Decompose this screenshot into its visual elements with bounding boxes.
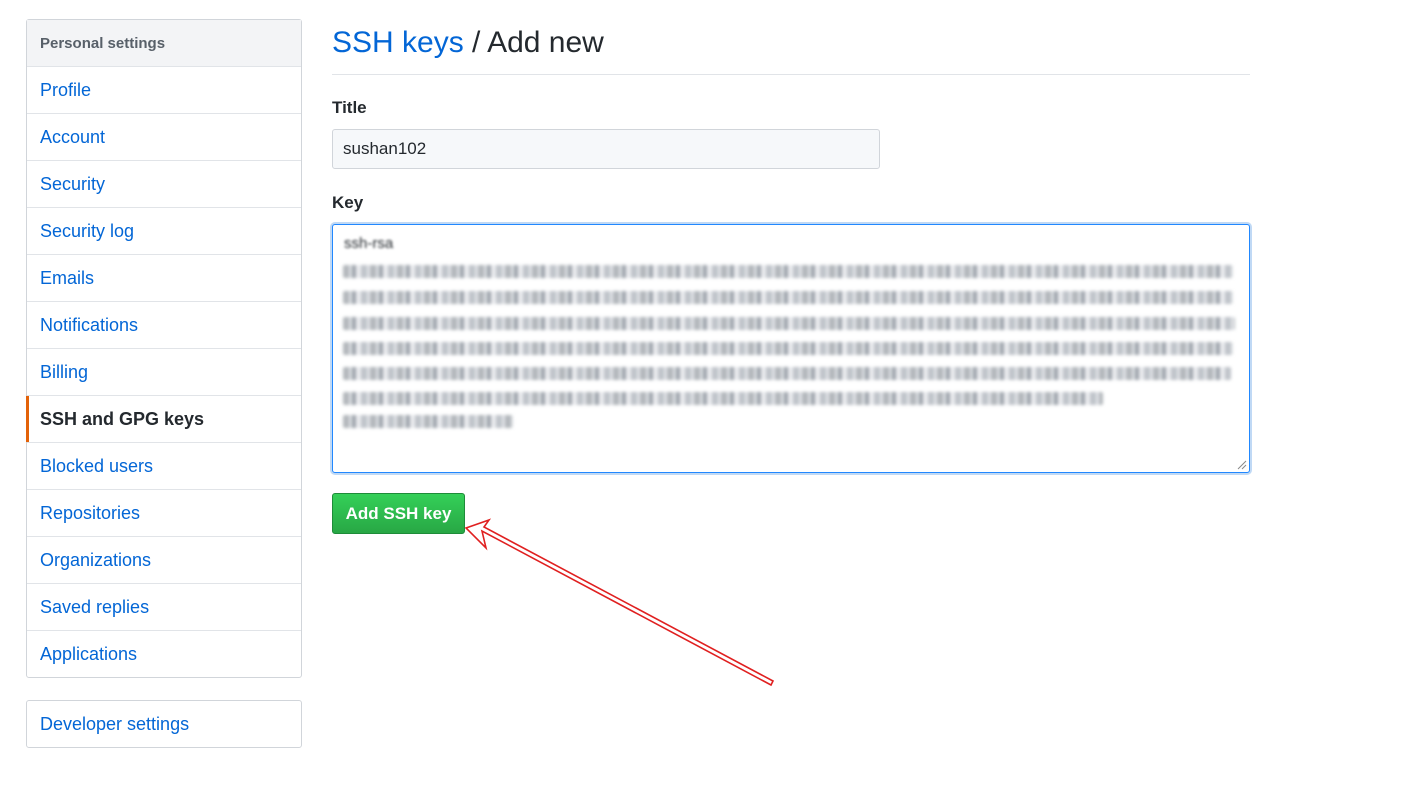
key-label: Key	[332, 193, 364, 212]
sidebar-item-developer-settings[interactable]: Developer settings	[27, 701, 301, 747]
page-header: SSH keys / Add new	[332, 20, 1250, 75]
submit-button[interactable]: Add SSH key	[332, 493, 465, 534]
sidebar-item-profile[interactable]: Profile	[27, 67, 301, 114]
sidebar-item-saved-replies[interactable]: Saved replies	[27, 584, 301, 631]
developer-settings-menu: Developer settings	[26, 700, 302, 748]
key-first-line: ssh-rsa	[344, 235, 394, 252]
personal-settings-menu: Personal settings Profile Account Securi…	[26, 19, 302, 678]
sidebar-item-account[interactable]: Account	[27, 114, 301, 161]
key-blurred-line	[343, 317, 1235, 330]
sidebar-item-blocked-users[interactable]: Blocked users	[27, 443, 301, 490]
sidebar-item-billing[interactable]: Billing	[27, 349, 301, 396]
title-input[interactable]	[332, 129, 880, 169]
key-blurred-line	[343, 265, 1233, 278]
resize-grip-icon[interactable]	[1237, 460, 1247, 470]
sidebar-item-ssh-gpg-keys[interactable]: SSH and GPG keys	[26, 396, 301, 443]
sidebar-item-security-log[interactable]: Security log	[27, 208, 301, 255]
breadcrumb-ssh-keys-link[interactable]: SSH keys	[332, 26, 464, 59]
breadcrumb-separator: /	[463, 26, 488, 59]
sidebar-item-security[interactable]: Security	[27, 161, 301, 208]
title-label: Title	[332, 98, 367, 117]
sidebar-item-applications[interactable]: Applications	[27, 631, 301, 677]
sidebar-item-organizations[interactable]: Organizations	[27, 537, 301, 584]
breadcrumb-current: Add new	[487, 26, 604, 59]
sidebar-item-repositories[interactable]: Repositories	[27, 490, 301, 537]
key-textarea[interactable]: ssh-rsa	[332, 224, 1250, 473]
key-blurred-line	[343, 342, 1233, 355]
key-blurred-line	[343, 415, 513, 428]
key-blurred-line	[343, 291, 1233, 304]
key-blurred-line	[343, 367, 1231, 380]
key-blurred-line	[343, 392, 1103, 405]
menu-heading: Personal settings	[27, 20, 301, 67]
sidebar-item-emails[interactable]: Emails	[27, 255, 301, 302]
page-title: SSH keys / Add new	[332, 20, 1250, 66]
sidebar-item-notifications[interactable]: Notifications	[27, 302, 301, 349]
